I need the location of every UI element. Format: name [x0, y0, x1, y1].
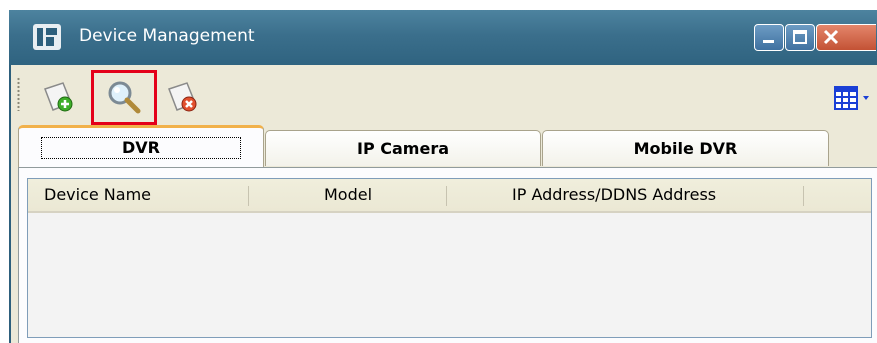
- tab-mobile-dvr[interactable]: Mobile DVR: [542, 130, 829, 166]
- device-management-window: Device Management DVR IP Camera Mobile D…: [9, 10, 877, 343]
- column-header-ip-address[interactable]: IP Address/DDNS Address: [512, 185, 716, 204]
- search-device-button[interactable]: [91, 70, 157, 125]
- app-logo-icon: [33, 24, 61, 50]
- close-icon: [823, 29, 839, 45]
- device-type-tabs: DVR IP Camera Mobile DVR: [11, 125, 877, 167]
- maximize-button[interactable]: [785, 24, 815, 51]
- minimize-button[interactable]: [754, 24, 784, 51]
- column-divider[interactable]: [803, 186, 804, 206]
- add-icon: [44, 82, 73, 112]
- list-header: Device Name Model IP Address/DDNS Addres…: [28, 179, 871, 213]
- tab-ip-camera[interactable]: IP Camera: [265, 130, 541, 166]
- minimize-icon: [763, 40, 774, 43]
- tab-panel: Device Name Model IP Address/DDNS Addres…: [18, 167, 877, 343]
- column-header-model[interactable]: Model: [324, 185, 372, 204]
- grid-view-icon: [834, 86, 869, 110]
- title-bar[interactable]: Device Management: [9, 10, 877, 65]
- toolbar: [11, 65, 877, 125]
- client-area: DVR IP Camera Mobile DVR Device Name Mod…: [11, 65, 877, 343]
- tab-dvr[interactable]: DVR: [18, 125, 264, 167]
- tab-label: Mobile DVR: [633, 139, 738, 158]
- search-icon: [108, 81, 141, 113]
- maximize-icon: [793, 30, 807, 44]
- column-divider[interactable]: [248, 186, 249, 206]
- toolbar-grip[interactable]: [17, 77, 20, 111]
- view-options-button[interactable]: [833, 85, 873, 111]
- delete-device-button[interactable]: [161, 74, 205, 120]
- column-header-device-name[interactable]: Device Name: [44, 185, 151, 204]
- delete-icon: [168, 82, 197, 112]
- column-divider[interactable]: [446, 186, 447, 206]
- add-device-button[interactable]: [37, 74, 81, 120]
- window-title: Device Management: [79, 26, 255, 46]
- close-button[interactable]: [816, 24, 876, 51]
- tab-label: IP Camera: [357, 139, 449, 158]
- tab-label: DVR: [41, 136, 241, 159]
- device-list[interactable]: Device Name Model IP Address/DDNS Addres…: [27, 178, 872, 338]
